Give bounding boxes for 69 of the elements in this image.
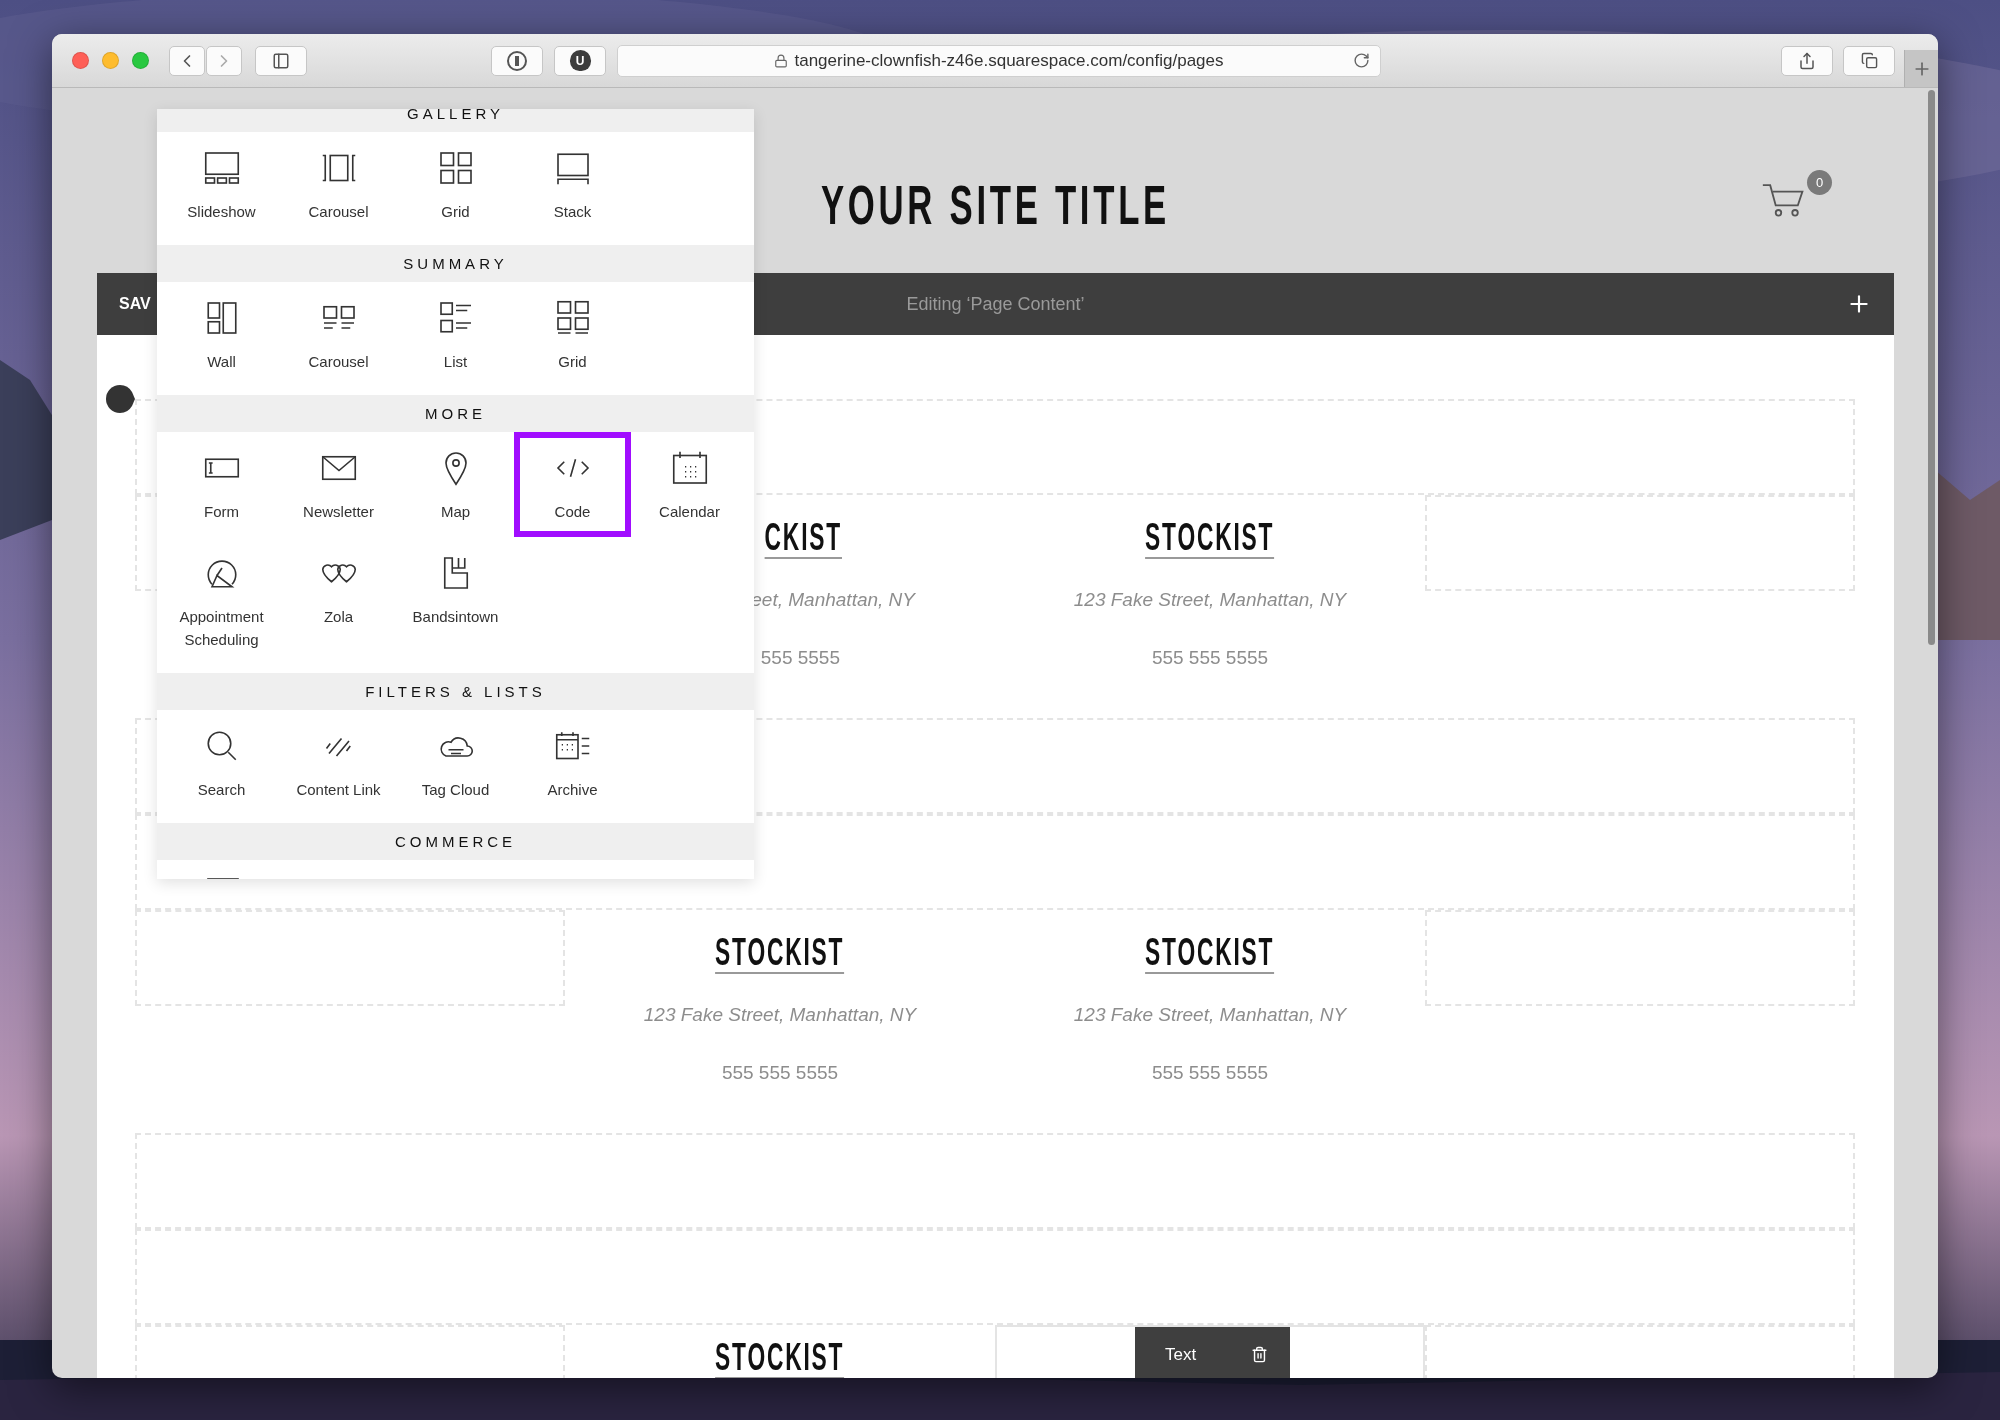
empty-block[interactable] <box>135 910 565 1006</box>
share-button[interactable] <box>1781 45 1833 76</box>
block-option[interactable]: Archive <box>514 710 631 815</box>
stockist-address: 123 Fake Street, Manhattan, NY <box>1073 589 1347 611</box>
empty-block[interactable] <box>1425 495 1855 591</box>
stockist-title: STOCKIST <box>715 1337 845 1378</box>
new-tab-button[interactable] <box>1904 50 1938 87</box>
share-icon <box>1798 51 1816 70</box>
section-header: GALLERY <box>407 109 504 122</box>
block-option[interactable]: Calendar <box>631 432 748 537</box>
back-button[interactable] <box>169 45 205 76</box>
empty-block[interactable] <box>135 1133 1855 1229</box>
block-option[interactable]: Bandsintown <box>397 537 514 665</box>
block-option[interactable]: Slideshow <box>163 132 280 237</box>
forward-button[interactable] <box>206 45 242 76</box>
section-header: FILTERS & LISTS <box>365 683 546 700</box>
sidebar-button[interactable] <box>255 45 307 76</box>
stockist-phone: 555 5555 <box>760 647 840 669</box>
keyhole-icon <box>506 49 528 72</box>
block-option[interactable]: Appointment Scheduling <box>163 537 280 665</box>
block-option[interactable]: Grid <box>397 132 514 237</box>
block-option[interactable]: Carousel <box>280 282 397 387</box>
scrollbar[interactable] <box>1927 90 1935 645</box>
zoom-button[interactable] <box>132 52 149 69</box>
section-header: COMMERCE <box>394 833 517 850</box>
empty-block[interactable] <box>1425 910 1855 1006</box>
block-option[interactable]: Search <box>163 710 280 815</box>
minimize-button[interactable] <box>102 52 119 69</box>
save-button[interactable]: SAV <box>119 295 151 313</box>
close-button[interactable] <box>72 52 89 69</box>
stockist-title: STOCKIST <box>1145 517 1275 559</box>
block-type-label: Text <box>1165 1344 1197 1365</box>
block-option[interactable]: Code <box>514 432 631 537</box>
block-option[interactable]: Form <box>163 432 280 537</box>
block-option[interactable]: Carousel <box>280 132 397 237</box>
stockist-title: STOCKIST <box>715 932 845 974</box>
site-title: YOUR SITE TITLE <box>821 172 1170 237</box>
block-option[interactable]: Grid <box>514 282 631 387</box>
stockist-title: STOCKIST <box>1145 932 1275 974</box>
sidebar-icon <box>272 51 290 70</box>
stockist-phone: 555 555 5555 <box>721 1062 839 1084</box>
stockist-phone: 555 555 5555 <box>1151 647 1269 669</box>
drag-handle-icon[interactable] <box>105 384 135 414</box>
block-option[interactable]: Stack <box>514 132 631 237</box>
cart-count: 0 <box>1807 169 1832 195</box>
stockist-address: 123 Fake Street, Manhattan, NY <box>1073 1004 1347 1026</box>
stockist-address: 123 Fake Street, Manhattan, NY <box>643 1004 917 1026</box>
block-option[interactable]: Newsletter <box>280 432 397 537</box>
stockist-phone: 555 555 5555 <box>1151 1062 1269 1084</box>
block-option[interactable]: Zola <box>280 537 397 665</box>
section-header: MORE <box>425 405 486 422</box>
password-extension-button[interactable] <box>491 45 543 76</box>
reload-icon[interactable] <box>1353 52 1370 69</box>
trash-icon[interactable] <box>1251 1346 1268 1363</box>
block-option[interactable]: Wall <box>163 282 280 387</box>
selected-block[interactable]: Text <box>995 1325 1425 1378</box>
lock-icon <box>774 53 789 68</box>
block-option[interactable]: Content Link <box>280 710 397 815</box>
stockist-title: CKIST <box>764 517 842 559</box>
tabs-icon <box>1860 52 1878 69</box>
section-header: SUMMARY <box>403 255 508 272</box>
tabs-button[interactable] <box>1843 45 1895 76</box>
block-option[interactable]: Map <box>397 432 514 537</box>
block-option[interactable]: List <box>397 282 514 387</box>
address-bar[interactable]: tangerine-clownfish-z46e.squarespace.com/config/pages <box>617 44 1381 77</box>
editing-title: Editing ‘Page Content’ <box>906 293 1085 315</box>
extension-button[interactable]: U <box>554 45 606 76</box>
block-option[interactable]: Tag Cloud <box>397 710 514 815</box>
empty-block[interactable] <box>135 1229 1855 1325</box>
